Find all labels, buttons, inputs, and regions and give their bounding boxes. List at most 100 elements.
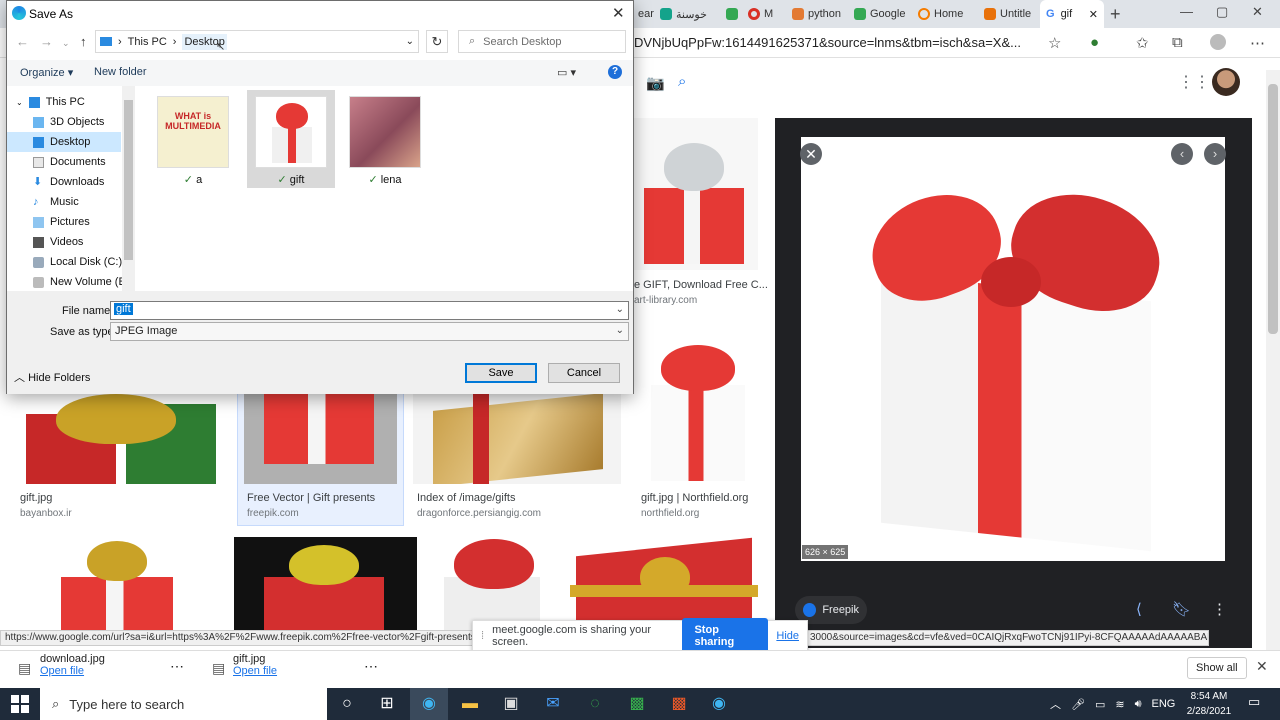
tab-close-icon[interactable]: ✕ xyxy=(1089,8,1098,21)
dialog-close-button[interactable]: ✕ xyxy=(612,4,625,22)
result-image-7[interactable] xyxy=(234,537,417,632)
up-arrow-icon[interactable]: ↑ xyxy=(80,34,87,49)
hide-folders-toggle[interactable]: ︿ Hide Folders xyxy=(14,369,90,385)
bookmark-icon[interactable]: 🔖︎ xyxy=(1172,600,1191,618)
chevron-down-icon[interactable]: ⌄ xyxy=(616,304,624,315)
taskbar-search[interactable]: ⌕ Type here to search xyxy=(40,688,327,720)
nav-item-new-volume[interactable]: New Volume (E:) xyxy=(33,272,133,292)
download-more-icon[interactable]: ⋯ xyxy=(170,658,184,675)
file-item-gift[interactable]: ✓ gift xyxy=(247,90,335,188)
download-item-1[interactable]: download.jpg Open file xyxy=(40,653,105,677)
store-icon[interactable]: ▣ xyxy=(498,692,524,716)
file-name-input[interactable]: gift ⌄ xyxy=(110,301,629,320)
drag-handle-icon[interactable]: ⁞ xyxy=(481,630,484,642)
favorite-star-icon[interactable]: ☆ xyxy=(1048,34,1061,52)
preview-image[interactable] xyxy=(801,137,1225,561)
page-scrollbar-thumb[interactable] xyxy=(1268,84,1278,334)
refresh-button[interactable]: ↻ xyxy=(426,30,448,53)
search-desktop-field[interactable]: ⌕ Search Desktop xyxy=(458,30,626,53)
save-button[interactable]: Save xyxy=(465,363,537,383)
cortana-icon[interactable]: ○ xyxy=(334,692,360,716)
close-download-bar-icon[interactable]: ✕ xyxy=(1256,658,1268,675)
organize-menu[interactable]: Organize ▾ xyxy=(20,66,73,79)
recorder-icon[interactable]: ▩ xyxy=(666,692,692,716)
nav-item-desktop[interactable]: Desktop xyxy=(33,132,133,152)
tab-2[interactable]: خوسنة xyxy=(656,2,718,26)
battery-icon[interactable]: ▭ xyxy=(1095,698,1105,711)
result-image-5[interactable] xyxy=(637,325,759,485)
new-folder-button[interactable]: New folder xyxy=(94,66,147,78)
profile-icon[interactable] xyxy=(1210,34,1226,50)
download-item-2[interactable]: gift.jpg Open file xyxy=(233,653,277,677)
breadcrumb[interactable]: › This PC › Desktop ⌄ xyxy=(95,30,419,53)
result-image-6[interactable] xyxy=(17,537,217,632)
result-image-8[interactable] xyxy=(434,537,554,632)
clock[interactable]: 8:54 AM 2/28/2021 xyxy=(1180,689,1238,719)
nav-item-music[interactable]: ♪ Music xyxy=(33,192,133,212)
nav-scrollbar-thumb[interactable] xyxy=(124,100,133,260)
result-caption[interactable]: Index of /image/gifts xyxy=(417,492,515,504)
app-green-circle-icon[interactable]: ◌ xyxy=(582,692,608,716)
edge-secondary-icon[interactable]: ◉ xyxy=(706,692,732,716)
show-all-downloads-button[interactable]: Show all xyxy=(1187,657,1247,679)
file-item-lena[interactable]: ✓ lena xyxy=(341,90,429,188)
result-image-3[interactable] xyxy=(244,394,397,484)
next-arrow-icon[interactable]: › xyxy=(1204,143,1226,165)
favorites-icon[interactable]: ✩ xyxy=(1136,34,1149,52)
result-image-4[interactable] xyxy=(413,394,621,484)
nav-item-local-disk[interactable]: Local Disk (C:) xyxy=(33,252,133,272)
nav-item-this-pc[interactable]: ⌄ This PC xyxy=(16,92,116,112)
file-item-a[interactable]: WHAT is MULTIMEDIA ✓ a xyxy=(149,90,237,188)
previous-arrow-icon[interactable]: ‹ xyxy=(1171,143,1193,165)
more-options-icon[interactable]: ⋮ xyxy=(1212,600,1227,618)
breadcrumb-this-pc[interactable]: This PC xyxy=(128,36,167,48)
search-icon[interactable]: ⌕ xyxy=(678,73,686,90)
nav-item-documents[interactable]: Documents xyxy=(33,152,133,172)
url-field[interactable]: DVNjbUqPpFw:1614491625371&source=lnms&tb… xyxy=(634,35,1034,50)
open-file-link[interactable]: Open file xyxy=(233,665,277,677)
result-caption[interactable]: gift.jpg xyxy=(20,492,52,504)
wifi-icon[interactable]: ≋ xyxy=(1115,698,1124,711)
more-menu-icon[interactable]: ⋯ xyxy=(1250,34,1265,52)
tray-chevron-icon[interactable]: ︿ xyxy=(1050,696,1061,712)
help-icon[interactable]: ? xyxy=(608,65,622,79)
microphone-icon[interactable]: 🎤︎ xyxy=(1071,698,1085,711)
tab-1[interactable]: ear xyxy=(634,2,654,26)
tab-active[interactable]: Ggif ✕ xyxy=(1040,0,1104,28)
maximize-button[interactable]: ▢ xyxy=(1216,4,1228,20)
tab-google[interactable]: Google xyxy=(850,2,910,26)
file-explorer-icon[interactable]: ▬ xyxy=(457,692,483,716)
result-image-2[interactable] xyxy=(16,394,228,484)
camera-icon[interactable]: 📷 xyxy=(646,74,665,92)
edge-icon[interactable]: ◉ xyxy=(416,692,442,716)
save-as-type-select[interactable]: JPEG Image ⌄ xyxy=(110,322,629,341)
cancel-button[interactable]: Cancel xyxy=(548,363,620,383)
tab-3[interactable] xyxy=(722,2,746,26)
change-view-button[interactable]: ▭ ▾ xyxy=(557,66,576,79)
tab-python[interactable]: python xyxy=(788,2,844,26)
result-caption[interactable]: Free Vector | Gift presents xyxy=(247,492,375,504)
windows-start-icon[interactable] xyxy=(10,694,30,714)
forward-arrow-icon[interactable]: → xyxy=(40,34,53,49)
tab-home[interactable]: Home xyxy=(914,2,974,26)
hide-share-banner-link[interactable]: Hide xyxy=(776,630,799,642)
nav-item-downloads[interactable]: ⬇ Downloads xyxy=(33,172,133,192)
new-tab-button[interactable]: + xyxy=(1110,4,1121,25)
mail-icon[interactable]: ✉ xyxy=(540,692,566,716)
close-preview-icon[interactable]: ✕ xyxy=(800,143,822,165)
open-file-link[interactable]: Open file xyxy=(40,665,105,677)
volume-icon[interactable]: 🔊︎ xyxy=(1135,698,1142,711)
minimize-button[interactable]: — xyxy=(1180,4,1193,19)
recent-dropdown-icon[interactable]: ⌄ xyxy=(62,38,70,49)
chevron-down-icon[interactable]: ⌄ xyxy=(406,36,414,47)
task-view-icon[interactable]: ⊞ xyxy=(374,692,400,716)
stop-sharing-button[interactable]: Stop sharing xyxy=(682,618,769,654)
back-arrow-icon[interactable]: ← xyxy=(16,34,29,49)
download-more-icon[interactable]: ⋯ xyxy=(364,658,378,675)
nav-item-3d-objects[interactable]: 3D Objects xyxy=(33,112,133,132)
share-icon[interactable]: ⟨ xyxy=(1136,600,1142,618)
camtasia-icon[interactable]: ▩ xyxy=(624,692,650,716)
nav-item-videos[interactable]: Videos xyxy=(33,232,133,252)
tab-untitled[interactable]: Untitle xyxy=(980,2,1038,26)
result-caption[interactable]: e GIFT, Download Free C... xyxy=(634,279,768,291)
